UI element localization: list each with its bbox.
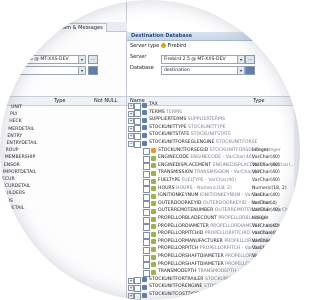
chevron-down-icon[interactable]: ▾ [78, 56, 85, 63]
tab-label: Program & Messages [50, 25, 103, 31]
column-icon [151, 239, 156, 245]
key-icon [151, 148, 156, 154]
app-window: Firebird 2.5 @ MT-XXS-DEV ▾ … ▾ Type Not… [0, 0, 300, 300]
column-icon [151, 224, 156, 230]
tree-row-name: STOCKUNITCOSTTYPE STOCKUNITCOSTTYPE [149, 292, 251, 297]
tree-row-alias: ENGINECODE - VarChar(40) [190, 155, 254, 161]
server-label: Server [130, 54, 147, 60]
chevron-down-icon[interactable]: ▾ [78, 67, 85, 74]
column-icon [151, 163, 156, 169]
column-icon [151, 193, 156, 199]
source-table-item[interactable]: MEMBERSHIP [5, 154, 36, 161]
dest-database-value: destination [164, 68, 190, 73]
tree-row-alias: STOCKUNITFORSE [215, 140, 258, 145]
tree-row[interactable]: + STOCKUNITCOSTTYPE STOCKUNITCOSTTYPE [127, 291, 300, 300]
column-icon [151, 170, 156, 176]
source-col-notnull[interactable]: Not NULL [94, 97, 117, 105]
source-table-item[interactable]: ENTRY [7, 133, 22, 140]
server-type-value: Firebird [161, 42, 186, 51]
tree-row-alias: STOCKUNITFORTRA [204, 276, 250, 282]
server-type-label: Server type [130, 43, 160, 49]
source-server-select[interactable]: Firebird 2.5 @ MT-XXS-DEV ▾ [4, 55, 86, 64]
dest-scrollbar[interactable] [294, 101, 300, 300]
source-table-item[interactable]: PLY [10, 111, 18, 118]
tree-row-alias: STOCKUNITFORSEGID - Integer [209, 147, 281, 153]
column-icon [151, 231, 156, 237]
source-database-select[interactable]: ▾ [4, 66, 86, 75]
chevron-down-icon[interactable]: ▾ [237, 56, 244, 63]
column-icon [151, 155, 156, 161]
table-icon [142, 117, 147, 123]
dest-browse-button[interactable]: … [245, 55, 255, 64]
table-icon [142, 102, 147, 108]
source-browse-button[interactable]: … [88, 55, 98, 64]
source-table-item[interactable]: MERDETAIL [8, 126, 34, 133]
source-table-item[interactable]: ECURDETAIL [2, 183, 31, 190]
tree-row-alias: STOCKUNITCOSTTYPE [200, 292, 251, 297]
tree-row-alias: STOCKUNITFORENGINE [203, 284, 258, 290]
source-table-item[interactable]: ENSOR [4, 162, 20, 169]
column-icon [151, 186, 156, 192]
source-table-item[interactable]: WHS [2, 198, 13, 205]
source-table-item[interactable]: IMPORTDETAIL [3, 169, 36, 176]
source-table-item[interactable]: NSDETAIL [2, 205, 24, 212]
destination-title: Destination Database [127, 32, 300, 41]
column-icon [151, 208, 156, 214]
table-icon [142, 277, 147, 283]
source-pane: Firebird 2.5 @ MT-XXS-DEV ▾ … ▾ Type Not… [0, 0, 127, 300]
dest-server-value: Firebird 2.5 @ MT-XXS-DEV [164, 57, 226, 62]
checkbox[interactable] [134, 292, 141, 300]
source-table-item[interactable]: HECK [9, 118, 22, 125]
tree-row-alias: STOCKUNITTYPE [188, 124, 226, 130]
column-icon [151, 201, 156, 207]
column-icon [151, 178, 156, 184]
table-icon [142, 140, 147, 146]
database-label: Database [130, 65, 154, 71]
source-table-item[interactable]: ENTRYDETAIL [7, 140, 38, 147]
dest-database-select[interactable]: destination ▾ [161, 66, 245, 75]
source-table-item[interactable]: UNIT [11, 104, 22, 111]
tree-row-alias: TERMS [166, 109, 183, 115]
tree-row-alias: STOCKUNITSTATE [190, 132, 231, 138]
dest-server-select[interactable]: Firebird 2.5 @ MT-XXS-DEV ▾ [161, 55, 245, 64]
column-icon [151, 254, 156, 260]
source-table-item[interactable]: ROUP [6, 147, 19, 154]
table-icon [142, 125, 147, 131]
source-server-value: Firebird 2.5 @ MT-XXS-DEV [7, 57, 69, 62]
source-table-item[interactable]: TAIL [2, 219, 12, 226]
tab-program-messages[interactable]: Program & Messages [46, 23, 107, 32]
table-icon [142, 292, 147, 298]
table-icon [142, 110, 147, 116]
column-icon [151, 262, 156, 268]
column-icon [151, 216, 156, 222]
tree-row-alias: HOURS - Numeric(18, 2) [176, 185, 232, 191]
destination-pane: Destination Database Server type Firebir… [127, 0, 300, 300]
source-table-item[interactable]: BUILDERS [2, 190, 25, 197]
chevron-down-icon[interactable]: ▾ [237, 67, 244, 74]
tree-row-alias: FUELTYPE - VarChar(40) [181, 178, 237, 183]
source-col-type[interactable]: Type [54, 97, 65, 105]
column-icon [151, 269, 156, 275]
firebird-icon [161, 43, 166, 48]
source-table-item[interactable]: ECUR [2, 176, 15, 183]
table-icon [142, 132, 147, 138]
server-type-text: Firebird [167, 43, 187, 49]
source-open-button[interactable] [88, 66, 98, 75]
column-icon [151, 246, 156, 252]
dest-open-button[interactable] [245, 66, 255, 75]
tree-row-alias: SUPPLIERTERMS [187, 117, 226, 123]
table-icon [142, 284, 147, 290]
